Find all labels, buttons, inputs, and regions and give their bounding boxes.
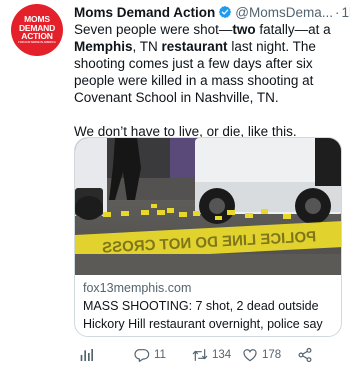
tweet-actions: 11 134 178	[74, 345, 344, 365]
retweet-icon	[192, 349, 208, 361]
card-domain[interactable]: fox13memphis.com	[83, 281, 191, 295]
analytics-icon	[80, 349, 93, 361]
heart-icon	[243, 349, 257, 362]
card-title[interactable]: MASS SHOOTING: 7 shot, 2 dead outside Hi…	[83, 297, 339, 333]
tweet-timestamp[interactable]: 1h	[341, 5, 350, 20]
avatar-text-line: FOR GUN SENSE IN AMERICA	[18, 40, 56, 44]
tweet-text-bold: Memphis	[74, 39, 133, 54]
share-button[interactable]	[297, 345, 313, 365]
author-name[interactable]: Moms Demand Action	[74, 5, 215, 20]
header-separator: ·	[334, 4, 340, 20]
tweet-text-bold: two	[232, 22, 256, 37]
avatar[interactable]: MOMS DEMAND ACTION FOR GUN SENSE IN AMER…	[11, 4, 63, 56]
avatar-text-line: ACTION	[21, 31, 53, 42]
retweet-button[interactable]: 134	[192, 345, 231, 365]
reply-icon	[134, 349, 150, 362]
tweet-header: Moms Demand Action @MomsDema... · 1h	[74, 3, 350, 21]
analytics-button[interactable]	[78, 345, 94, 365]
tweet-text-segment: Seven people were shot—	[74, 22, 233, 37]
tweet-text: Seven people were shot—two fatally—at a …	[74, 21, 346, 140]
like-count: 178	[262, 349, 282, 361]
reply-count: 11	[154, 349, 166, 361]
author-handle[interactable]: @MomsDema...	[235, 5, 333, 20]
card-photo: POLICE LINE DO NOT CROSS	[75, 138, 341, 275]
reply-button[interactable]: 11	[134, 345, 166, 365]
tweet-text-segment: fatally—at a	[255, 22, 331, 37]
share-icon	[298, 347, 312, 363]
link-card[interactable]: POLICE LINE DO NOT CROSS fox13memphis.co…	[74, 137, 342, 337]
like-button[interactable]: 178	[242, 345, 281, 365]
tweet-text-bold: restaurant	[161, 39, 228, 54]
tweet[interactable]: MOMS DEMAND ACTION FOR GUN SENSE IN AMER…	[0, 0, 350, 369]
tweet-text-segment: , TN	[132, 39, 162, 54]
tweet-paragraph: Seven people were shot—two fatally—at a …	[74, 21, 346, 106]
verified-badge-icon	[218, 5, 232, 19]
retweet-count: 134	[212, 349, 232, 361]
